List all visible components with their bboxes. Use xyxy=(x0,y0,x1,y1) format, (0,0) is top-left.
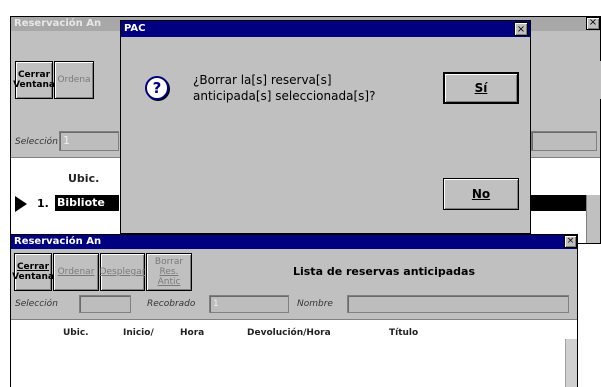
dialog-message: ¿Borrar la[s] reserva[s] anticipada[s] s… xyxy=(193,72,375,104)
dialog-message-line1: ¿Borrar la[s] reserva[s] xyxy=(193,73,332,87)
question-mark-icon: ? xyxy=(145,76,169,100)
back-row-selection-bar xyxy=(531,195,586,211)
close-window-line2: Ventana xyxy=(12,272,54,282)
back-selection-label: Selección xyxy=(15,137,58,147)
back-scrollbar[interactable] xyxy=(586,195,600,243)
back-close-line1: Cerrar xyxy=(17,70,51,80)
dialog-titlebar: PAC xyxy=(121,21,530,37)
back-order-label: Ordena xyxy=(57,75,91,85)
column-title: Título xyxy=(389,328,419,338)
column-hour: Hora xyxy=(180,328,205,338)
name-label: Nombre xyxy=(297,299,333,309)
back-row-number: 1. xyxy=(37,197,49,210)
close-window-line1: Cerrar xyxy=(16,262,50,272)
back-row-pointer-icon xyxy=(15,196,27,212)
back-window-title: Reservación An xyxy=(14,18,102,29)
yes-button[interactable]: Sí xyxy=(443,72,519,104)
close-window-button[interactable]: Cerrar Ventana xyxy=(12,253,54,291)
question-mark-glyph: ? xyxy=(152,79,162,97)
back-window-close-icon[interactable]: × xyxy=(586,17,600,30)
back-row-cell[interactable]: Bibliote xyxy=(55,195,119,211)
back-order-button[interactable]: Ordena xyxy=(54,61,94,99)
back-selection-field-right xyxy=(531,131,597,151)
list-title: Lista de reservas anticipadas xyxy=(292,265,475,278)
dialog-message-line2: anticipada[s] seleccionada[s]? xyxy=(193,89,376,103)
dialog-title: PAC xyxy=(124,23,146,34)
expand-label: Desplegar xyxy=(99,267,146,277)
delete-line2: Res. Antic xyxy=(157,267,181,287)
back-row-text: Bibliote xyxy=(57,196,105,209)
delete-line1: Borrar xyxy=(154,257,184,267)
back-close-line2: Ventana xyxy=(13,80,55,90)
front-window-close-icon[interactable]: × xyxy=(564,235,577,248)
back-toolbar-strip xyxy=(531,61,601,99)
no-label: No xyxy=(471,187,491,201)
back-selection-field[interactable]: 1 xyxy=(59,131,119,151)
front-window-titlebar: Reservación An xyxy=(11,235,577,249)
front-window-title: Reservación An xyxy=(14,236,102,247)
dialog-close-icon[interactable]: × xyxy=(514,22,528,36)
collected-value: 1 xyxy=(213,299,219,309)
column-start: Inicio/ xyxy=(123,328,154,338)
confirm-dialog: PAC × ? ¿Borrar la[s] reserva[s] anticip… xyxy=(120,20,531,234)
selection-label: Selección xyxy=(15,299,58,309)
collected-label: Recobrado xyxy=(147,299,196,309)
list-scrollbar[interactable] xyxy=(565,339,577,387)
name-field[interactable] xyxy=(347,295,569,313)
back-close-window-button[interactable]: Cerrar Ventana xyxy=(13,61,55,99)
delete-reservation-button[interactable]: Borrar Res. Antic xyxy=(146,253,192,291)
back-selection-value: 1 xyxy=(63,134,70,147)
column-return: Devolución/Hora xyxy=(247,328,331,338)
selection-field[interactable] xyxy=(79,295,131,313)
column-ubic: Ubic. xyxy=(63,328,89,338)
no-button[interactable]: No xyxy=(443,178,519,210)
yes-label: Sí xyxy=(474,81,488,95)
collected-field[interactable]: 1 xyxy=(209,295,289,313)
expand-button[interactable]: Desplegar xyxy=(100,253,145,291)
order-button[interactable]: Ordenar xyxy=(53,253,99,291)
back-column-ubic: Ubic. xyxy=(68,172,100,185)
order-label: Ordenar xyxy=(57,267,95,277)
front-window: Reservación An × Cerrar Ventana Ordenar … xyxy=(10,234,578,387)
